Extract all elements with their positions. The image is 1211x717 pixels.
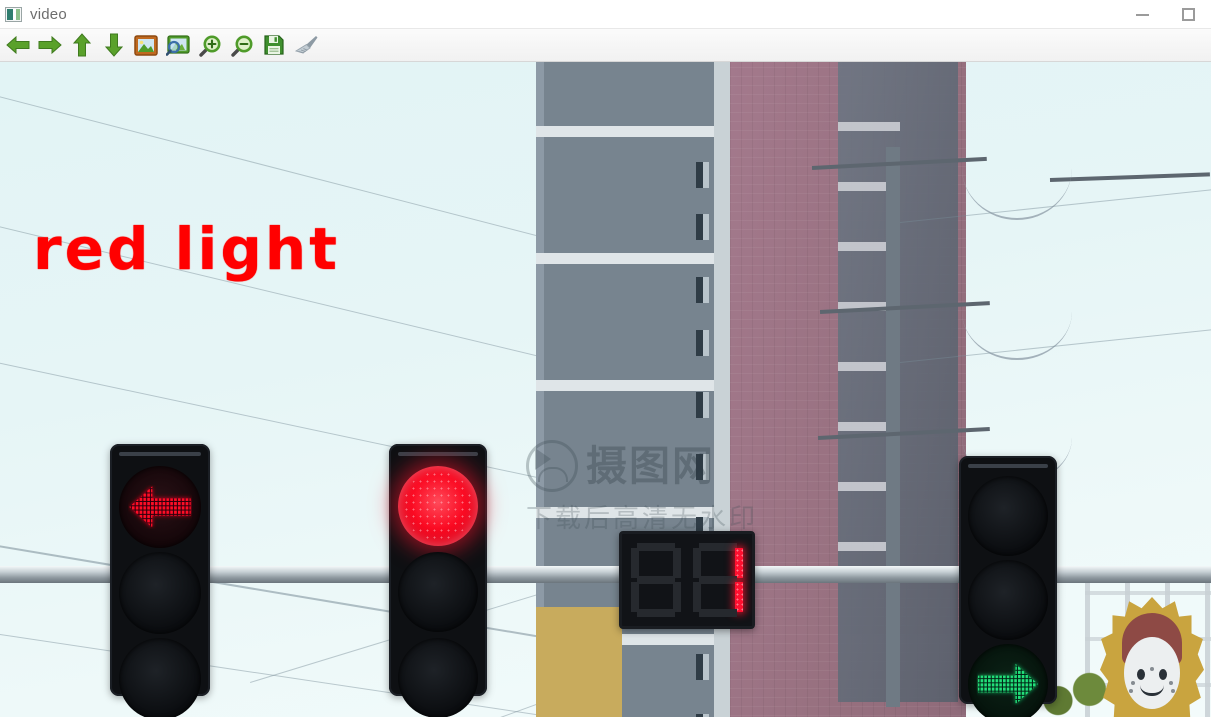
image-window-icon bbox=[5, 6, 22, 22]
mascot-mouth bbox=[1140, 685, 1164, 696]
picture-icon bbox=[134, 34, 158, 56]
watermark-sub-text: 下载后高清无水印 bbox=[526, 504, 759, 534]
up-button[interactable] bbox=[66, 30, 98, 60]
magnifier-minus-icon bbox=[230, 34, 254, 57]
floppy-save-icon bbox=[263, 34, 285, 56]
minimize-icon bbox=[1135, 13, 1149, 16]
arrow-left-icon bbox=[6, 34, 30, 56]
signal-lamp-bottom bbox=[968, 644, 1048, 717]
watermark-main-text: 摄图网 bbox=[586, 441, 715, 490]
arrow-down-icon bbox=[103, 33, 125, 57]
signal-lamp-top bbox=[119, 466, 201, 548]
inspect-button[interactable] bbox=[162, 30, 194, 60]
zoom-in-button[interactable] bbox=[194, 30, 226, 60]
signal-visor bbox=[967, 464, 1049, 468]
video-frame[interactable]: 摄图网 下载后高清无水印 red light bbox=[0, 62, 1211, 717]
broom-icon bbox=[294, 34, 318, 56]
signal-lamp-middle bbox=[119, 552, 201, 634]
green-right-arrow-icon bbox=[977, 662, 1039, 705]
signal-lamp-middle bbox=[968, 560, 1048, 640]
maximize-button[interactable] bbox=[1165, 0, 1211, 29]
red-left-arrow-icon bbox=[128, 485, 192, 529]
signal-lamp-middle bbox=[398, 552, 478, 632]
minimize-button[interactable] bbox=[1119, 0, 1165, 29]
title-bar: video bbox=[0, 0, 1211, 29]
traffic-light-left-arrow bbox=[110, 444, 210, 717]
watermark-logo-icon bbox=[526, 440, 578, 492]
zoom-out-button[interactable] bbox=[226, 30, 258, 60]
traffic-light-main bbox=[389, 444, 487, 717]
signal-lamp-top bbox=[398, 466, 478, 546]
back-button[interactable] bbox=[2, 30, 34, 60]
stock-watermark: 摄图网 下载后高清无水印 bbox=[526, 440, 770, 532]
window-controls bbox=[1119, 0, 1211, 29]
clear-button[interactable] bbox=[290, 30, 322, 60]
signal-visor bbox=[119, 452, 201, 456]
signal-lamp-top bbox=[968, 476, 1048, 556]
signal-lamp-bottom bbox=[119, 638, 201, 717]
mascot-eye-right bbox=[1159, 669, 1167, 680]
image-button[interactable] bbox=[130, 30, 162, 60]
countdown-digit-tens bbox=[628, 541, 684, 619]
countdown-timer bbox=[619, 531, 755, 629]
signal-lamp-bottom bbox=[398, 638, 478, 717]
toolbar bbox=[0, 29, 1211, 62]
down-button[interactable] bbox=[98, 30, 130, 60]
magnifier-plus-icon bbox=[198, 34, 222, 57]
mascot-face bbox=[1124, 637, 1180, 709]
arrow-right-icon bbox=[38, 34, 62, 56]
utility-pole bbox=[886, 147, 900, 707]
mascot-eye-left bbox=[1137, 669, 1145, 680]
sun-mascot-sign bbox=[1100, 597, 1204, 717]
traffic-light-right-arrow bbox=[959, 456, 1057, 717]
maximize-icon bbox=[1181, 8, 1195, 21]
detection-label: red light bbox=[33, 215, 340, 283]
picture-search-icon bbox=[166, 34, 190, 56]
window-title: video bbox=[30, 5, 67, 23]
arrow-up-icon bbox=[71, 33, 93, 57]
yellow-base bbox=[536, 607, 622, 717]
save-button[interactable] bbox=[258, 30, 290, 60]
countdown-digit-ones bbox=[690, 541, 746, 619]
signal-visor bbox=[397, 452, 479, 456]
video-window: video 摄图网 下载后高清无水印 red light bbox=[0, 0, 1211, 717]
forward-button[interactable] bbox=[34, 30, 66, 60]
